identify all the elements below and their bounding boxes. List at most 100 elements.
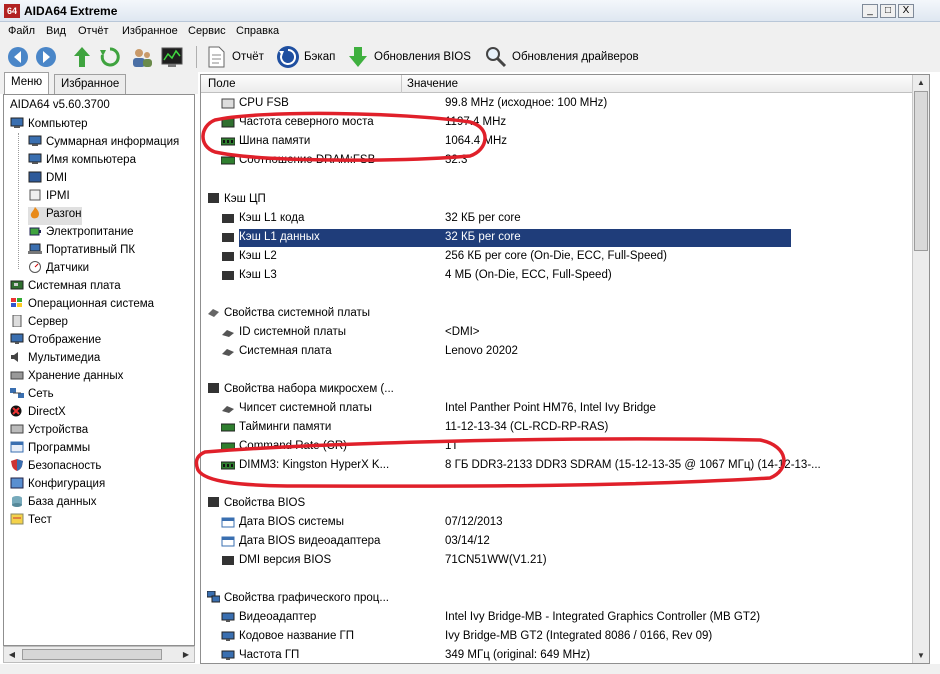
table-row[interactable]: CPU FSB 99.8 MHz (исходное: 100 MHz) [221, 95, 799, 113]
tree-node-ipmi[interactable]: IPMI [28, 189, 70, 207]
app-logo-icon: 64 [4, 4, 20, 18]
table-row[interactable]: DMI версия BIOS 71CN51WW(V1.21) [222, 552, 799, 570]
memory-module-icon [221, 461, 235, 470]
row-value: 11-12-13-34 (CL-RCD-RP-RAS) [445, 421, 609, 433]
column-field[interactable]: Поле [208, 78, 236, 90]
monitor-chart-icon[interactable] [160, 45, 184, 69]
scroll-up-arrow-icon[interactable]: ▲ [913, 75, 929, 90]
table-row[interactable]: Дата BIOS видеоадаптера 03/14/12 [221, 533, 799, 551]
backup-button[interactable]: Бэкап [304, 51, 335, 63]
refresh-icon[interactable] [98, 45, 122, 69]
table-row[interactable]: Видеоадаптер Intel Ivy Bridge-MB - Integr… [221, 609, 799, 627]
table-row[interactable]: DIMM3: Kingston HyperX K... 8 ГБ DDR3-213… [221, 457, 821, 475]
tree-node-storage[interactable]: Хранение данных [10, 369, 123, 387]
menu-view[interactable]: Вид [46, 25, 66, 37]
minimize-button[interactable]: _ [862, 4, 878, 18]
column-value[interactable]: Значение [407, 78, 458, 90]
report-button[interactable]: Отчёт [232, 51, 264, 63]
table-row[interactable]: Command Rate (CR) 1T [221, 438, 799, 456]
tree-node-power[interactable]: Электропитание [28, 225, 134, 243]
menu-favorites[interactable]: Избранное [122, 25, 178, 37]
menu-service[interactable]: Сервис [188, 25, 226, 37]
menu-file[interactable]: Файл [8, 25, 35, 37]
table-row[interactable]: Соотношение DRAM:FSB 32:3 [221, 152, 799, 170]
back-arrow-icon[interactable] [6, 45, 30, 69]
section-cache: Кэш ЦП [207, 192, 266, 205]
column-divider[interactable] [401, 75, 402, 93]
scroll-thumb[interactable] [22, 649, 162, 660]
tree-node-overclock[interactable]: Разгон [28, 207, 82, 225]
scroll-down-arrow-icon[interactable]: ▼ [913, 648, 929, 663]
tab-menu[interactable]: Меню [4, 72, 50, 94]
tree-node-server[interactable]: Сервер [10, 314, 68, 333]
tree-node-security[interactable]: Безопасность [10, 459, 101, 477]
tree-horizontal-scrollbar[interactable]: ◀ ▶ [3, 646, 195, 663]
tree-node-config[interactable]: Конфигурация [10, 477, 105, 495]
tree-node-sensors[interactable]: Датчики [28, 261, 89, 279]
tree-node-computer[interactable]: Компьютер [10, 117, 88, 135]
tree-node-directx[interactable]: DirectX [10, 405, 66, 423]
window-title: AIDA64 Extreme [24, 4, 118, 18]
close-button[interactable]: X [898, 4, 914, 18]
gpu-icon [206, 590, 221, 603]
table-row[interactable]: Системная плата Lenovo 20202 [222, 343, 799, 361]
tree-label: Сервер [28, 316, 68, 328]
table-row[interactable]: Шина памяти 1064.4 MHz [221, 133, 799, 151]
row-value: 71CN51WW(V1.21) [445, 554, 547, 566]
table-row[interactable]: Кэш L1 кода 32 КБ per core [222, 210, 799, 228]
memory-module-icon [221, 423, 235, 432]
table-row-selected[interactable]: Кэш L1 данных 32 КБ per core [222, 229, 791, 247]
row-field: DMI версия BIOS [239, 554, 332, 566]
row-field: Видеоадаптер [239, 611, 317, 623]
driver-updates-button[interactable]: Обновления драйверов [512, 51, 639, 63]
row-field: Соотношение DRAM:FSB [239, 154, 376, 166]
tree-node-devices[interactable]: Устройства [10, 423, 88, 441]
table-row[interactable]: Чипсет системной платы Intel Panther Poin… [222, 400, 799, 418]
tree-node-dmi[interactable]: DMI [28, 171, 67, 189]
database-icon [10, 495, 24, 507]
table-row[interactable]: Кэш L2 256 КБ per core (On-Die, ECC, Full… [222, 248, 799, 266]
tab-favorites[interactable]: Избранное [54, 74, 127, 94]
forward-arrow-icon[interactable] [34, 45, 58, 69]
tree-label: DMI [46, 172, 68, 184]
menu-report[interactable]: Отчёт [78, 25, 108, 37]
magnifier-icon[interactable] [484, 45, 508, 69]
table-row[interactable]: ID системной платы <DMI> [222, 324, 799, 342]
scroll-left-arrow-icon[interactable]: ◀ [4, 647, 20, 662]
tree-node-multimedia[interactable]: Мультимедиа [10, 351, 100, 369]
backup-icon[interactable] [276, 45, 300, 69]
table-row[interactable]: Частота ГП 349 МГц (original: 649 MHz) [221, 647, 799, 663]
tree-label: Хранение данных [28, 370, 124, 382]
cache-chip-icon [222, 271, 234, 280]
tree-node-motherboard[interactable]: Системная плата [10, 279, 121, 297]
tree-label: Портативный ПК [46, 244, 136, 256]
tree-node-portable[interactable]: Портативный ПК [28, 243, 135, 261]
row-field: Дата BIOS видеоадаптера [239, 535, 381, 547]
cache-chip-icon [222, 252, 234, 261]
table-row[interactable]: Тайминги памяти 11-12-13-34 (CL-RCD-RP-RA… [221, 419, 799, 437]
menu-help[interactable]: Справка [236, 25, 279, 37]
tree-node-computer-name[interactable]: Имя компьютера [28, 153, 136, 171]
download-arrow-icon[interactable] [346, 45, 370, 69]
scroll-thumb[interactable] [914, 91, 928, 251]
speaker-icon [10, 351, 24, 363]
details-vertical-scrollbar[interactable]: ▲ ▼ [912, 75, 929, 663]
table-row[interactable]: Дата BIOS системы 07/12/2013 [221, 514, 799, 532]
tree-node-database[interactable]: База данных [10, 495, 97, 513]
tree-node-os[interactable]: Операционная система [10, 297, 154, 315]
tree-node-display[interactable]: Отображение [10, 333, 101, 351]
tree-node-network[interactable]: Сеть [10, 387, 54, 405]
table-row[interactable]: Частота северного моста 1197.4 MHz [221, 114, 799, 132]
table-row[interactable]: Кодовое название ГП Ivy Bridge-MB GT2 (In… [221, 628, 799, 646]
scroll-right-arrow-icon[interactable]: ▶ [178, 647, 194, 662]
chip-icon [221, 117, 235, 128]
tree-node-programs[interactable]: Программы [10, 441, 90, 459]
report-icon[interactable] [204, 45, 228, 69]
bios-updates-button[interactable]: Обновления BIOS [374, 51, 471, 63]
tree-node-summary[interactable]: Суммарная информация [28, 135, 179, 153]
users-icon[interactable] [130, 45, 154, 69]
tree-node-test[interactable]: Тест [10, 513, 52, 531]
table-row[interactable]: Кэш L3 4 МБ (On-Die, ECC, Full-Speed) [222, 267, 799, 285]
maximize-button[interactable]: □ [880, 4, 896, 18]
up-arrow-icon[interactable] [70, 45, 94, 69]
